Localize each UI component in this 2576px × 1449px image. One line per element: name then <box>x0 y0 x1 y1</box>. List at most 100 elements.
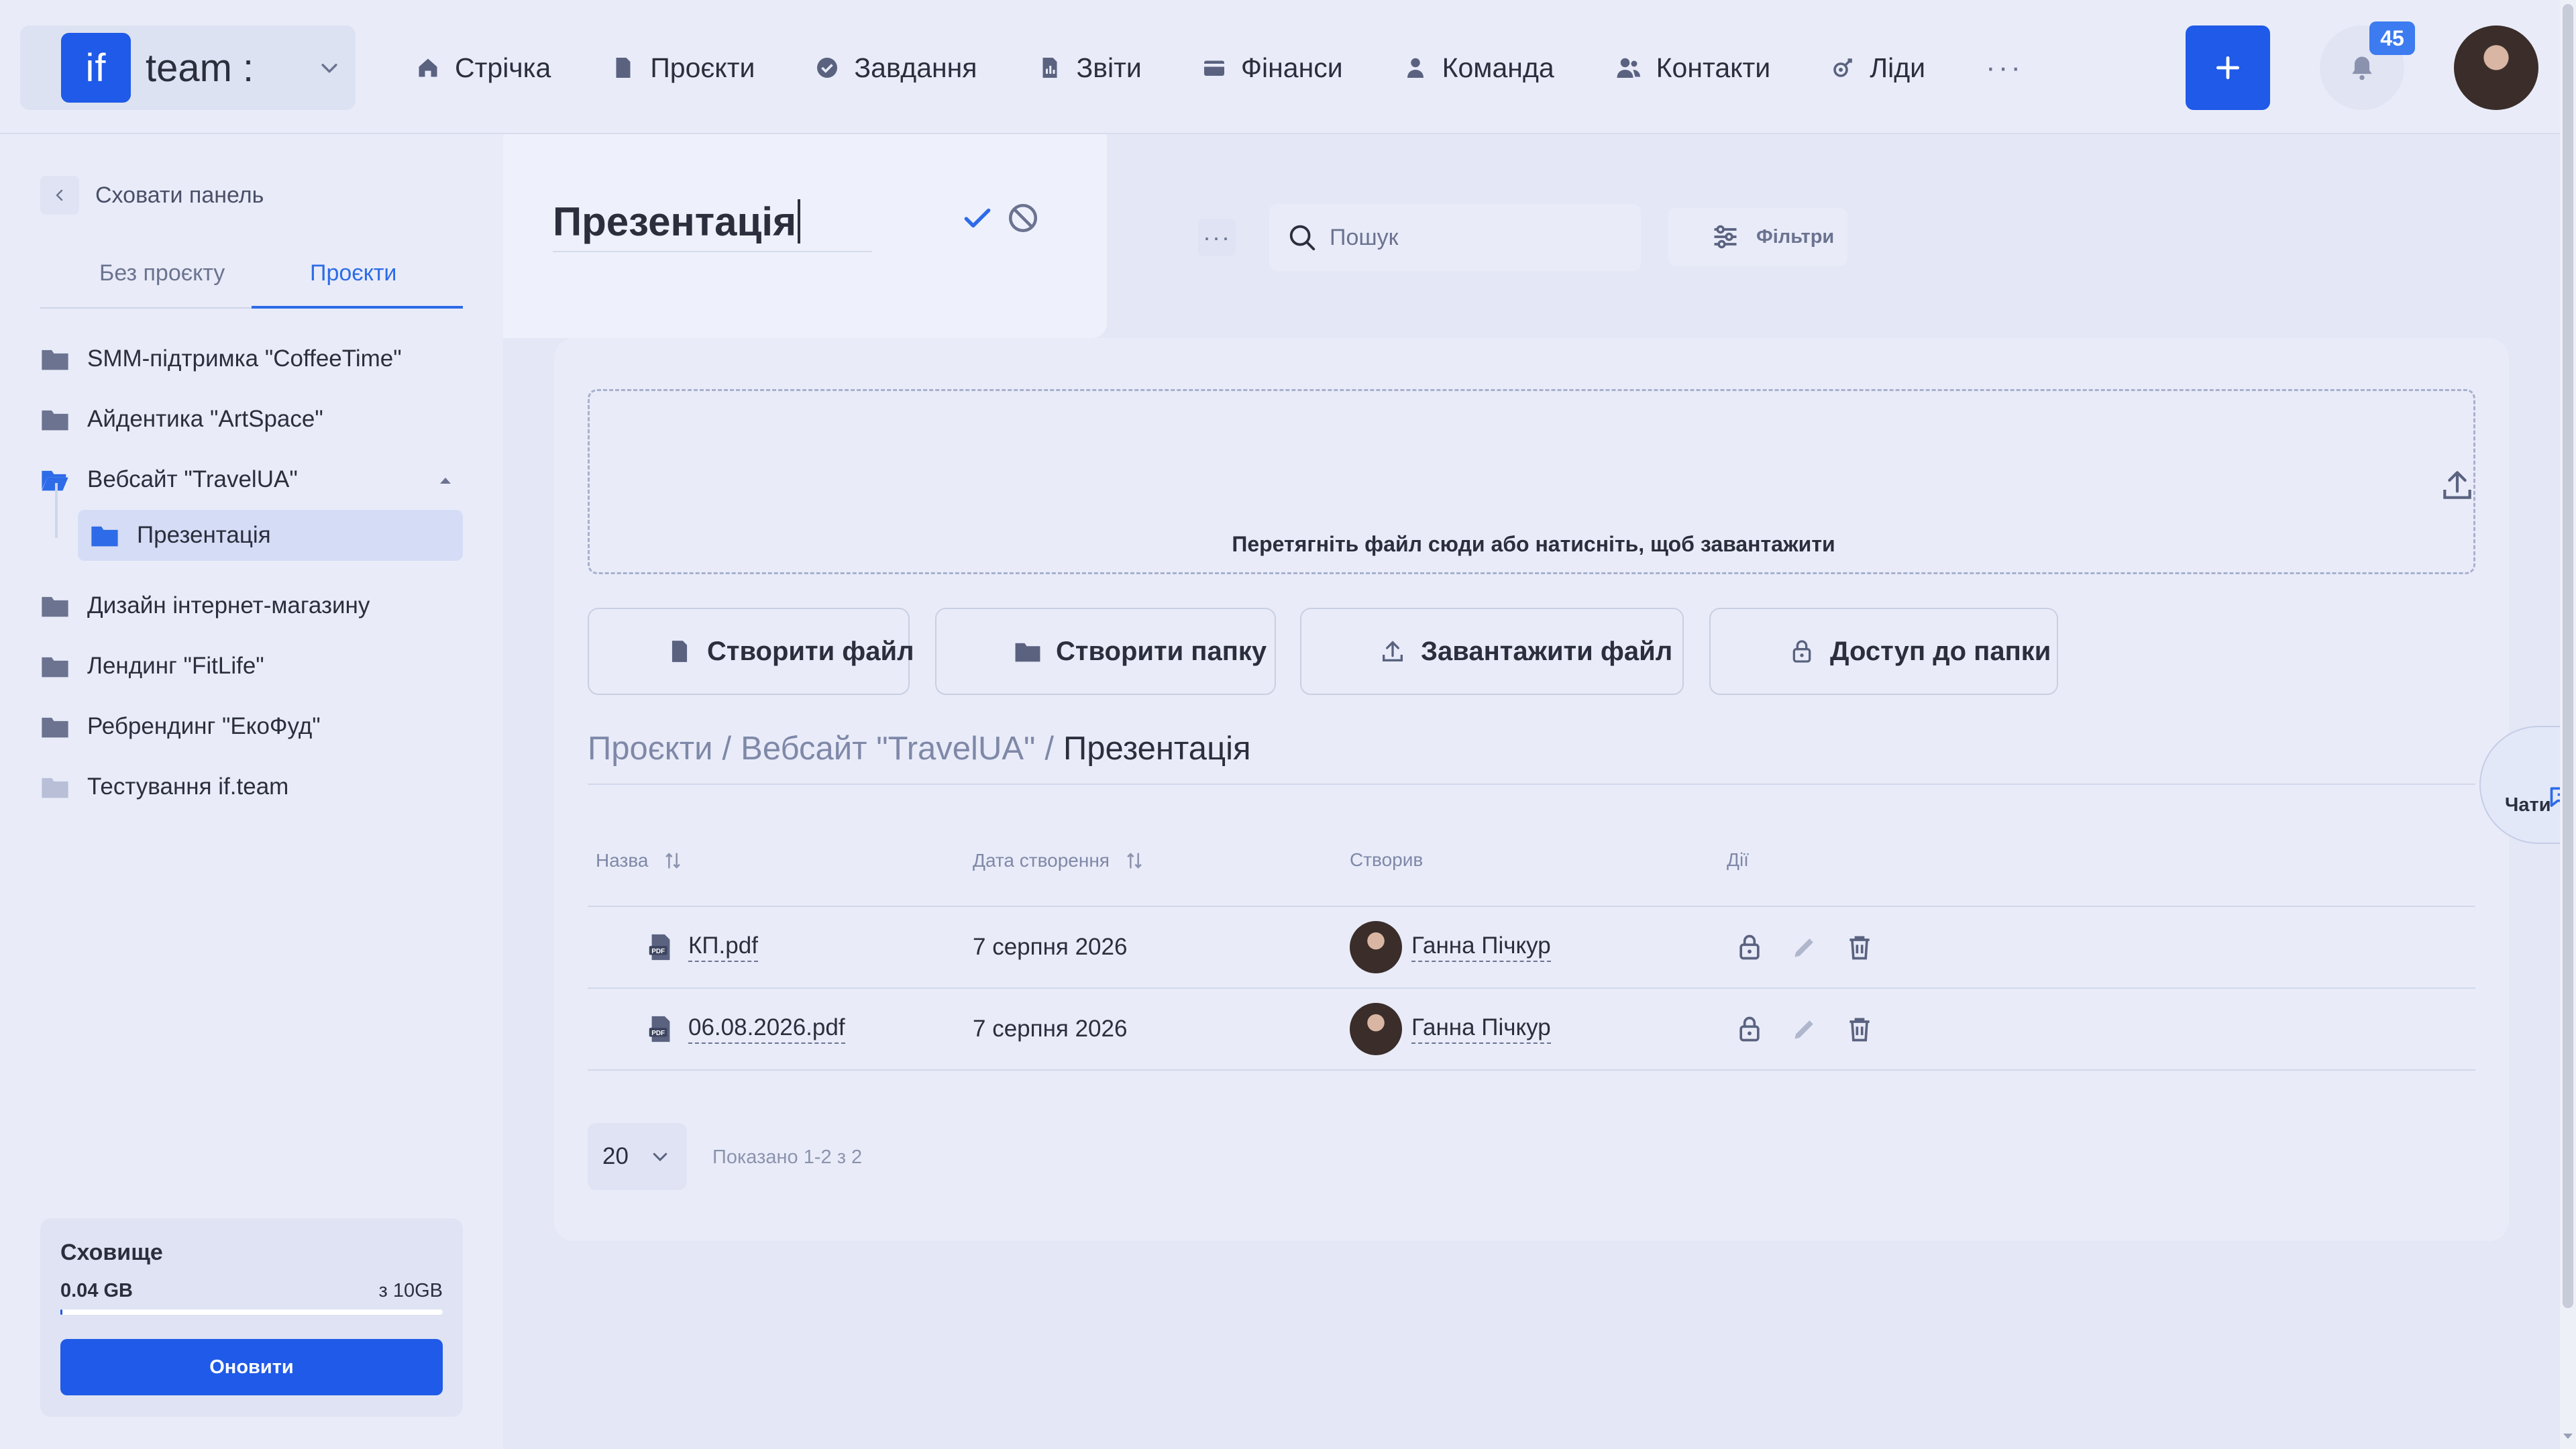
sidebar-item-project[interactable]: SMM-підтримка "CoffeeTime" <box>40 335 463 382</box>
upload-file-button[interactable]: Завантажити файл <box>1300 608 1684 695</box>
storage-progress-bar <box>60 1309 443 1315</box>
nav-item-feed[interactable]: Стрічка <box>416 52 551 84</box>
search-input[interactable] <box>1330 224 1611 251</box>
sidebar-item-subfolder-active[interactable]: Презентація <box>78 510 463 561</box>
search-icon <box>1269 222 1318 253</box>
nav-item-tasks[interactable]: Завдання <box>815 52 977 84</box>
upload-dropzone[interactable]: Перетягніть файл сюди або натисніть, щоб… <box>588 389 2475 574</box>
edit-pencil-icon[interactable] <box>1790 932 1845 962</box>
folder-icon <box>975 640 1041 663</box>
report-icon <box>1038 56 1077 80</box>
per-page-select[interactable]: 20 <box>588 1123 687 1190</box>
chevron-down-icon <box>318 56 341 79</box>
creator-link[interactable]: Ганна Пічкур <box>1411 932 1551 962</box>
sidebar-item-project[interactable]: Ребрендинг "ЕкоФуд" <box>40 703 463 750</box>
sidebar-item-project[interactable]: Лендинг "FitLife" <box>40 643 463 690</box>
column-header-date[interactable]: Дата створення <box>973 849 1146 872</box>
lock-icon[interactable] <box>1735 1014 1790 1044</box>
breadcrumb-project[interactable]: Вебсайт "TravelUA" <box>741 730 1035 767</box>
nav-item-label: Завдання <box>854 52 977 83</box>
active-tab-indicator <box>252 306 463 309</box>
more-options-button[interactable]: ··· <box>1198 219 1236 256</box>
breadcrumb-current: Презентація <box>1063 731 1251 767</box>
sidebar-item-project[interactable]: Айдентика "ArtSpace" <box>40 396 463 443</box>
nav-item-leads[interactable]: Ліди <box>1831 52 1925 84</box>
nav-item-projects[interactable]: Проєкти <box>611 52 755 84</box>
lock-icon[interactable] <box>1735 932 1790 962</box>
trash-icon[interactable] <box>1845 1014 1900 1044</box>
nav-item-finance[interactable]: Фінанси <box>1202 52 1343 84</box>
notification-count-badge: 45 <box>2369 21 2415 55</box>
folder-icon <box>40 654 70 678</box>
folder-access-button[interactable]: Доступ до папки <box>1709 608 2058 695</box>
document-icon <box>628 639 692 664</box>
nav-item-reports[interactable]: Звіти <box>1038 52 1142 84</box>
brand-name: team : <box>146 46 254 90</box>
sidebar-item-project-expanded[interactable]: Вебсайт "TravelUA" <box>40 456 463 503</box>
leads-icon <box>1831 56 1870 80</box>
tab-no-project[interactable]: Без проєкту <box>99 260 225 286</box>
storage-card: Сховище 0.04 GB з 10GB Оновити <box>40 1218 463 1417</box>
plus-icon <box>2213 53 2243 83</box>
table-row[interactable]: PDF КП.pdf 7 серпня 2026 Ганна Пічкур <box>588 907 2475 989</box>
creator-link[interactable]: Ганна Пічкур <box>1411 1014 1551 1044</box>
caret-up-icon[interactable] <box>437 475 453 486</box>
table-row[interactable]: PDF 06.08.2026.pdf 7 серпня 2026 Ганна П… <box>588 989 2475 1071</box>
search-box <box>1269 204 1641 271</box>
upload-file-label: Завантажити файл <box>1421 636 1673 666</box>
confirm-check-icon[interactable] <box>961 201 994 235</box>
bell-icon <box>2347 53 2377 83</box>
project-label: Дизайн інтернет-магазину <box>87 592 370 619</box>
sidebar-item-project[interactable]: Тестування if.team <box>40 763 463 810</box>
scrollbar-thumb[interactable] <box>2563 4 2573 1308</box>
wallet-icon <box>1202 56 1241 80</box>
edit-pencil-icon[interactable] <box>1790 1014 1845 1044</box>
nav-item-label: Команда <box>1442 52 1554 83</box>
folder-title-input[interactable]: Презентація <box>553 195 872 248</box>
text-caret <box>798 199 801 244</box>
column-header-creator: Створив <box>1350 849 1424 870</box>
subfolder-label: Презентація <box>137 522 271 548</box>
lock-icon <box>1750 638 1815 665</box>
sidebar-item-project[interactable]: Дизайн інтернет-магазину <box>40 582 463 629</box>
nav-item-label: Стрічка <box>455 52 551 83</box>
cancel-icon[interactable] <box>1006 201 1040 235</box>
file-cell: PDF 06.08.2026.pdf <box>645 989 845 1069</box>
project-label: Тестування if.team <box>87 773 289 800</box>
nav-item-team[interactable]: Команда <box>1403 52 1554 84</box>
create-folder-button[interactable]: Створити папку <box>935 608 1276 695</box>
add-button[interactable] <box>2186 25 2270 110</box>
person-icon <box>1403 56 1442 80</box>
breadcrumb: Проєкти / Вебсайт "TravelUA" / Презентац… <box>588 730 1251 767</box>
workspace-switcher[interactable]: if team : <box>20 25 356 110</box>
nav-more-button[interactable]: ··· <box>1986 51 2023 85</box>
hide-panel-button[interactable]: Сховати панель <box>40 176 264 215</box>
sidebar-tabs: Без проєкту Проєкти <box>40 247 463 309</box>
user-avatar[interactable] <box>2454 25 2538 110</box>
chevron-left-icon <box>40 176 79 215</box>
top-bar: if team : Стрічка Проєкти Завдання Звіти… <box>0 0 2576 134</box>
sort-icon <box>1110 849 1146 872</box>
project-label: Ребрендинг "ЕкоФуд" <box>87 713 321 739</box>
trash-icon[interactable] <box>1845 932 1900 962</box>
row-actions <box>1735 907 1900 987</box>
date-cell: 7 серпня 2026 <box>973 934 1128 960</box>
breadcrumb-projects[interactable]: Проєкти <box>588 730 713 767</box>
project-label: SMM-підтримка "CoffeeTime" <box>87 345 402 372</box>
upgrade-button[interactable]: Оновити <box>60 1339 443 1395</box>
hide-panel-label: Сховати панель <box>95 182 264 208</box>
column-header-name[interactable]: Назва <box>596 849 684 872</box>
nav-item-contacts[interactable]: Контакти <box>1615 52 1771 84</box>
file-name-link[interactable]: КП.pdf <box>688 932 758 962</box>
file-name-link[interactable]: 06.08.2026.pdf <box>688 1014 845 1044</box>
tab-projects[interactable]: Проєкти <box>310 260 396 286</box>
create-file-button[interactable]: Створити файл <box>588 608 914 695</box>
folder-icon <box>40 407 70 431</box>
creator-cell: Ганна Пічкур <box>1350 907 1551 987</box>
filters-label: Фільтри <box>1756 225 1835 248</box>
project-label: Вебсайт "TravelUA" <box>87 466 298 492</box>
title-underline <box>553 251 872 252</box>
filters-button[interactable]: Фільтри <box>1668 208 1847 266</box>
nav-item-label: Контакти <box>1656 52 1771 83</box>
scroll-down-arrow-icon[interactable] <box>2561 1432 2575 1441</box>
